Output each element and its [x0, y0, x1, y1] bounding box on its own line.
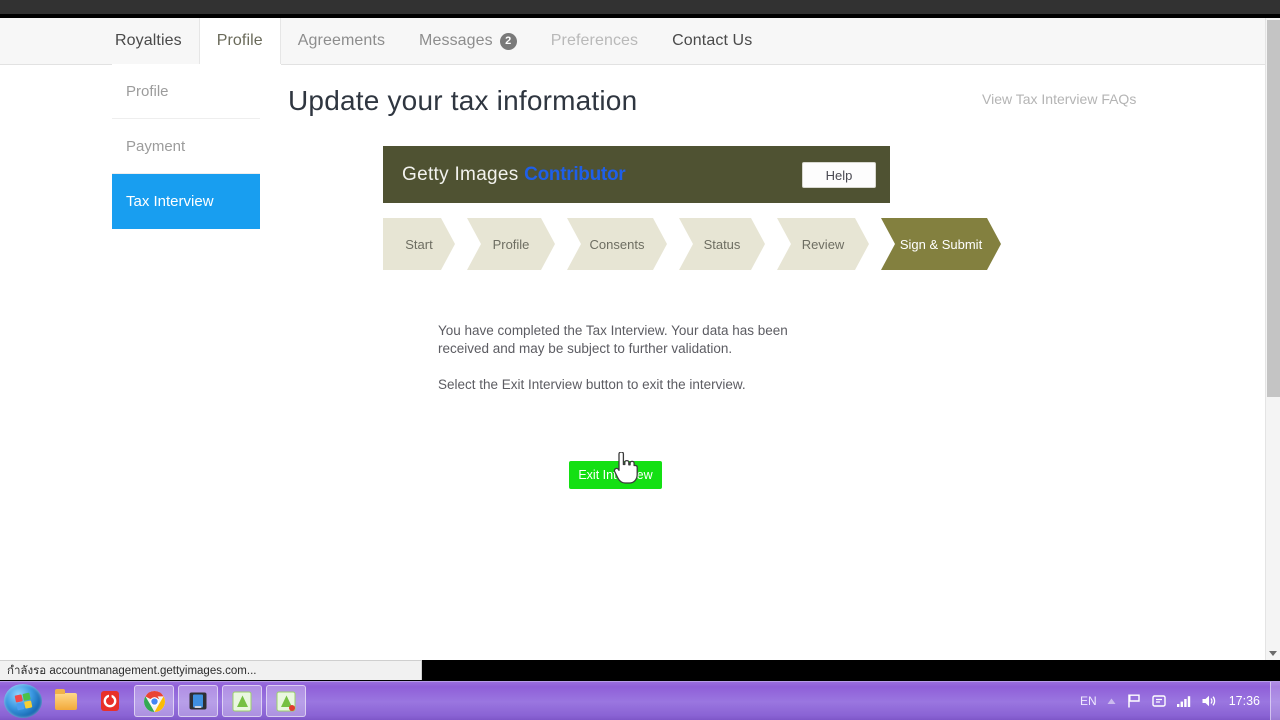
step-review[interactable]: Review — [777, 218, 869, 270]
flag-icon[interactable] — [1126, 693, 1142, 709]
nav-item-label: Agreements — [297, 32, 386, 49]
step-status[interactable]: Status — [679, 218, 765, 270]
step-profile[interactable]: Profile — [467, 218, 555, 270]
step-label: Sign & Submit — [899, 236, 983, 252]
red-app-icon — [101, 691, 119, 711]
nav-item-royalties[interactable]: Royalties — [98, 18, 199, 64]
step-label: Status — [703, 236, 741, 252]
top-nav-list: Royalties Profile Agreements Messages 2 Prefe… — [98, 18, 769, 64]
view-tax-interview-faqs-link[interactable]: View Tax Interview FAQs — [982, 91, 1136, 107]
nav-item-agreements[interactable]: Agreements — [281, 18, 402, 64]
status-text: กำลังรอ accountmanagement.gettyimages.co… — [7, 664, 257, 677]
nav-item-preferences[interactable]: Preferences — [534, 18, 655, 64]
exit-interview-button[interactable]: Exit Interview — [569, 461, 662, 489]
messages-count-badge: 2 — [499, 32, 517, 50]
page-scrollbar[interactable] — [1265, 18, 1280, 660]
brand-suffix: Contributor — [524, 163, 626, 185]
windows-logo-icon — [14, 692, 32, 710]
blue-window-icon — [189, 692, 207, 710]
windows-taskbar: EN 17:36 — [0, 681, 1280, 720]
show-desktop-button[interactable] — [1270, 682, 1280, 720]
sidebar-item-payment[interactable]: Payment — [112, 119, 260, 174]
green-doc-icon — [276, 691, 296, 711]
sidebar-item-tax-interview[interactable]: Tax Interview — [112, 174, 260, 229]
step-label: Consents — [589, 236, 645, 252]
help-button[interactable]: Help — [802, 162, 876, 188]
getty-brand: Getty Images Contributor — [402, 163, 626, 186]
nav-item-label: Contact Us — [672, 32, 753, 49]
nav-item-label: Preferences — [550, 32, 639, 49]
system-tray: EN 17:36 — [1080, 693, 1270, 709]
taskbar-green-app-2-button[interactable] — [266, 685, 306, 717]
tax-interview-widget: Getty Images Contributor Help — [383, 146, 890, 203]
scrollbar-thumb[interactable] — [1267, 20, 1280, 397]
completion-message: You have completed the Tax Interview. Yo… — [438, 323, 788, 356]
page-title: Update your tax information — [288, 85, 638, 116]
nav-item-messages[interactable]: Messages 2 — [402, 18, 534, 64]
taskbar-red-app-button[interactable] — [90, 685, 130, 717]
taskbar-clock[interactable]: 17:36 — [1226, 694, 1264, 708]
step-sign-submit[interactable]: Sign & Submit — [881, 218, 1001, 270]
step-consents[interactable]: Consents — [567, 218, 667, 270]
start-button[interactable] — [4, 684, 42, 718]
nav-item-label: Messages — [419, 32, 493, 49]
page-viewport: Royalties Profile Agreements Messages 2 Prefe… — [0, 18, 1265, 660]
taskbar-explorer-button[interactable] — [46, 685, 86, 717]
scroll-down-arrow-icon[interactable] — [1269, 651, 1277, 656]
step-start[interactable]: Start — [383, 218, 455, 270]
nav-item-label: Royalties — [115, 32, 182, 49]
browser-top-chrome — [0, 0, 1280, 14]
sidebar-item-label: Profile — [126, 82, 169, 100]
sidebar-item-label: Payment — [126, 137, 186, 155]
exit-instruction-message: Select the Exit Interview button to exit… — [438, 377, 746, 392]
left-sidebar: Profile Payment Tax Interview — [112, 64, 260, 229]
network-icon[interactable] — [1176, 694, 1192, 708]
sidebar-item-profile[interactable]: Profile — [112, 64, 260, 119]
folder-icon — [55, 688, 77, 710]
screen: Royalties Profile Agreements Messages 2 Prefe… — [0, 0, 1280, 720]
browser-status-bar: กำลังรอ accountmanagement.gettyimages.co… — [0, 660, 422, 680]
nav-item-label: Profile — [216, 32, 263, 49]
widget-header: Getty Images Contributor Help — [383, 146, 890, 203]
nav-item-profile[interactable]: Profile — [198, 18, 281, 64]
top-navigation: Royalties Profile Agreements Messages 2 Prefe… — [0, 18, 1265, 65]
volume-icon[interactable] — [1201, 694, 1217, 708]
taskbar-window-button[interactable] — [178, 685, 218, 717]
taskbar-chrome-button[interactable] — [134, 685, 174, 717]
green-doc-icon — [232, 691, 252, 711]
step-label: Review — [801, 236, 845, 252]
nav-item-contact-us[interactable]: Contact Us — [655, 18, 769, 64]
progress-steps: Start Profile Consents Status Review Sign & S… — [383, 218, 1013, 270]
action-center-icon[interactable] — [1151, 693, 1167, 709]
brand-prefix: Getty Images — [402, 163, 525, 185]
show-hidden-icons-icon[interactable] — [1106, 697, 1117, 706]
sidebar-item-label: Tax Interview — [126, 193, 214, 210]
taskbar-green-app-1-button[interactable] — [222, 685, 262, 717]
chrome-icon — [143, 690, 165, 712]
step-label: Start — [405, 236, 433, 252]
step-label: Profile — [492, 236, 530, 252]
tray-language-indicator[interactable]: EN — [1080, 694, 1097, 708]
